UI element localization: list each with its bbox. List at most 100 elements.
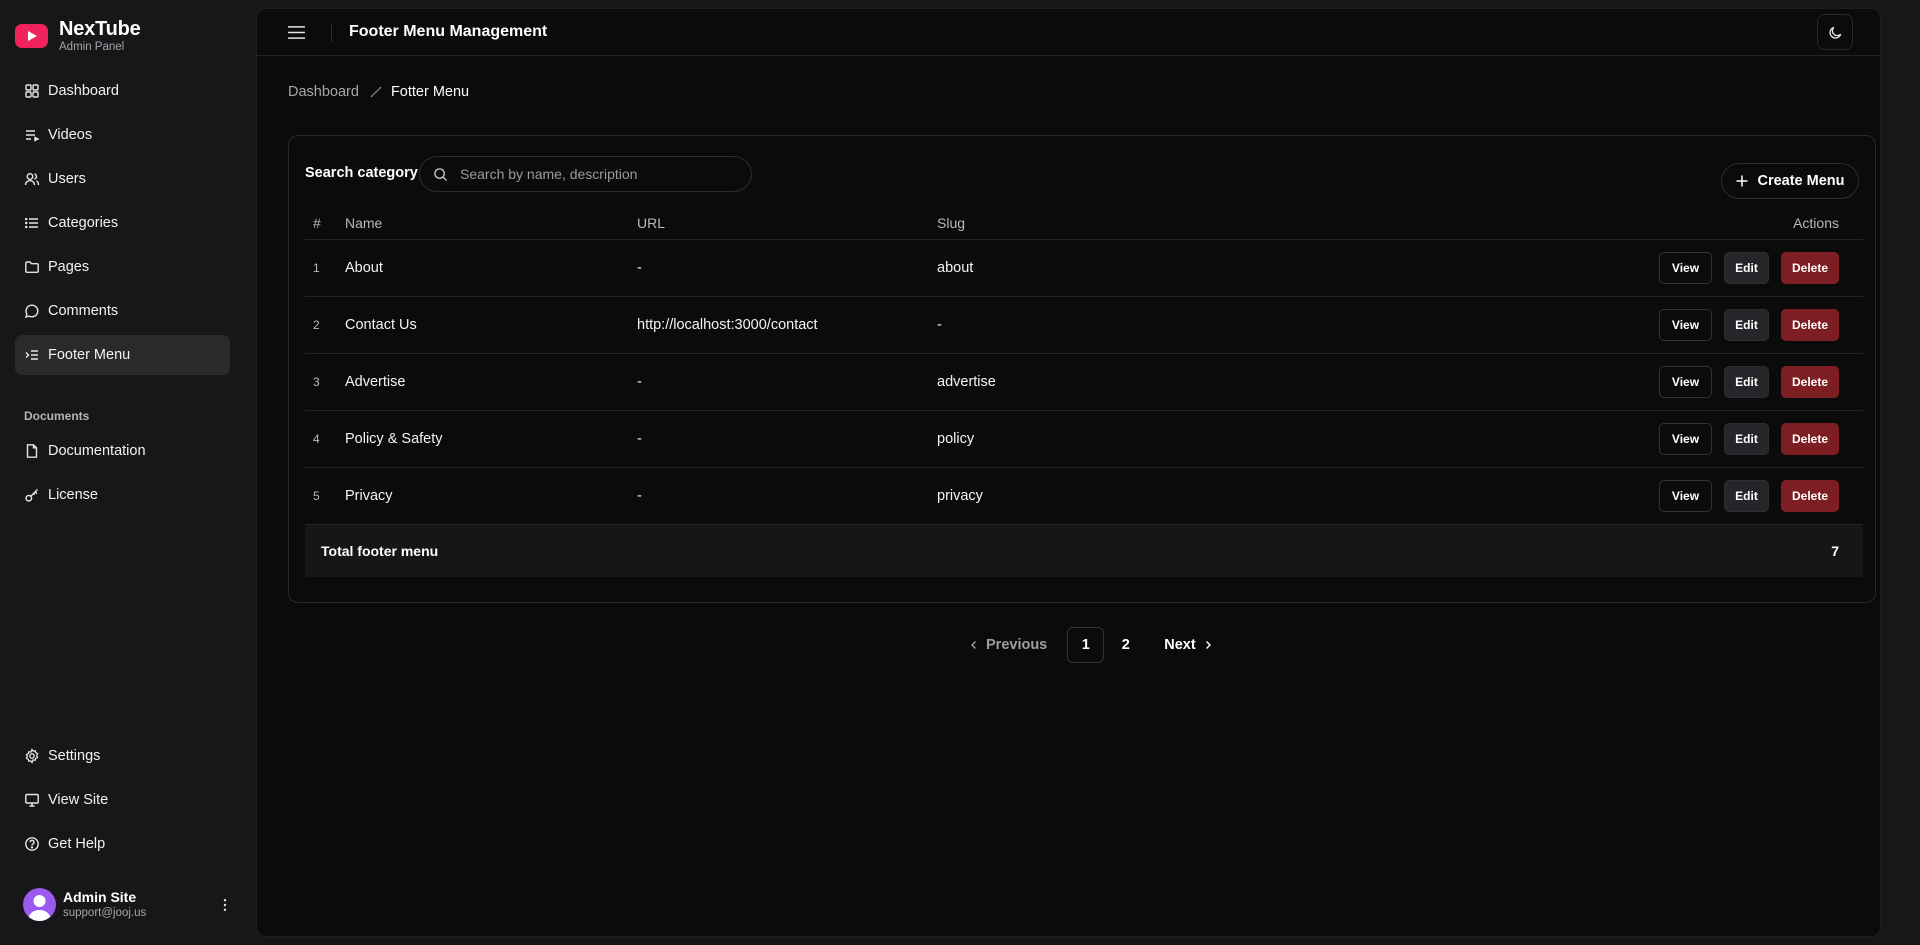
page-button-2[interactable]: 2 xyxy=(1107,627,1144,663)
sidebar-item-videos[interactable]: Videos xyxy=(15,115,230,155)
delete-button[interactable]: Delete xyxy=(1781,366,1839,398)
sidebar-item-settings[interactable]: Settings xyxy=(15,736,230,776)
brand[interactable]: NexTube Admin Panel xyxy=(15,18,141,54)
edit-button[interactable]: Edit xyxy=(1724,366,1769,398)
view-button[interactable]: View xyxy=(1659,480,1712,512)
comment-icon xyxy=(24,304,39,319)
column-header-actions: Actions xyxy=(1793,214,1839,231)
row-actions: View Edit Delete xyxy=(1659,366,1839,398)
view-button[interactable]: View xyxy=(1659,252,1712,284)
breadcrumb-current: Fotter Menu xyxy=(390,84,470,100)
user-name: Admin Site xyxy=(63,888,137,905)
file-icon xyxy=(26,444,38,458)
next-page-button[interactable]: Next xyxy=(1164,637,1213,653)
row-number: 2 xyxy=(313,318,320,332)
view-button[interactable]: View xyxy=(1659,309,1712,341)
user-profile[interactable]: Admin Site support@jooj.us xyxy=(23,888,233,921)
breadcrumb: Dashboard Fotter Menu xyxy=(288,84,469,100)
delete-button[interactable]: Delete xyxy=(1781,309,1839,341)
breadcrumb-dashboard-link[interactable]: Dashboard xyxy=(288,84,359,100)
row-actions: View Edit Delete xyxy=(1659,480,1839,512)
page-button-1[interactable]: 1 xyxy=(1067,627,1105,663)
sidebar-item-license[interactable]: License xyxy=(15,475,230,515)
sidebar-item-label: Videos xyxy=(48,127,93,143)
sidebar-item-view-site[interactable]: View Site xyxy=(15,780,230,820)
sidebar-item-categories[interactable]: Categories xyxy=(15,203,230,243)
topbar: Footer Menu Management xyxy=(257,9,1880,56)
plus-icon xyxy=(1736,175,1748,187)
sidebar-item-label: Categories xyxy=(48,215,119,231)
sidebar-item-comments[interactable]: Comments xyxy=(15,291,230,331)
row-url: - xyxy=(637,260,642,276)
row-number: 4 xyxy=(313,432,320,446)
docs-nav: Documentation License xyxy=(15,431,230,519)
sidebar-item-pages[interactable]: Pages xyxy=(15,247,230,287)
sidebar-item-label: License xyxy=(48,487,98,503)
delete-button[interactable]: Delete xyxy=(1781,423,1839,455)
search-box[interactable] xyxy=(419,156,752,192)
menu-indent-icon xyxy=(25,350,38,360)
search-input[interactable] xyxy=(460,166,720,182)
row-name: Advertise xyxy=(345,374,406,390)
view-button[interactable]: View xyxy=(1659,423,1712,455)
delete-button[interactable]: Delete xyxy=(1781,480,1839,512)
chevron-right-icon xyxy=(1205,641,1211,649)
footer-menu-table: # Name URL Slug Actions 1 About - about … xyxy=(305,206,1863,577)
row-number: 1 xyxy=(313,261,320,275)
chevron-left-icon xyxy=(971,641,976,649)
sidebar-item-get-help[interactable]: Get Help xyxy=(15,824,230,864)
sidebar-item-footer-menu[interactable]: Footer Menu xyxy=(15,335,230,375)
row-actions: View Edit Delete xyxy=(1659,423,1839,455)
row-slug: policy xyxy=(937,431,975,447)
edit-button[interactable]: Edit xyxy=(1724,423,1769,455)
row-url: http://localhost:3000/contact xyxy=(637,317,818,333)
sidebar-item-label: Pages xyxy=(48,259,90,275)
brand-name: NexTube xyxy=(59,18,141,40)
row-actions: View Edit Delete xyxy=(1659,309,1839,341)
total-label: Total footer menu xyxy=(321,543,439,559)
more-vertical-icon[interactable] xyxy=(217,896,233,914)
avatar xyxy=(23,888,56,921)
monitor-icon xyxy=(25,793,39,807)
sidebar-item-label: Comments xyxy=(48,303,119,319)
main-nav: Dashboard Videos Users Categories Pages … xyxy=(15,71,230,379)
edit-button[interactable]: Edit xyxy=(1724,480,1769,512)
table-row: 2 Contact Us http://localhost:3000/conta… xyxy=(305,297,1863,354)
row-name: About xyxy=(345,260,383,276)
row-number: 3 xyxy=(313,375,320,389)
previous-page-button[interactable]: Previous xyxy=(968,637,1047,653)
row-url: - xyxy=(637,431,642,447)
row-url: - xyxy=(637,374,642,390)
table-row: 3 Advertise - advertise View Edit Delete xyxy=(305,354,1863,411)
edit-button[interactable]: Edit xyxy=(1724,252,1769,284)
sidebar-item-documentation[interactable]: Documentation xyxy=(15,431,230,471)
row-name: Contact Us xyxy=(345,317,417,333)
row-slug: - xyxy=(937,317,942,333)
edit-button[interactable]: Edit xyxy=(1724,309,1769,341)
total-value: 7 xyxy=(1831,543,1839,559)
table-total-row: Total footer menu 7 xyxy=(305,525,1863,577)
bottom-nav: Settings View Site Get Help xyxy=(15,736,230,868)
sidebar-item-label: Footer Menu xyxy=(48,347,131,363)
sidebar-item-dashboard[interactable]: Dashboard xyxy=(15,71,230,111)
delete-button[interactable]: Delete xyxy=(1781,252,1839,284)
sidebar-item-users[interactable]: Users xyxy=(15,159,230,199)
theme-toggle-button[interactable] xyxy=(1817,14,1853,50)
page-title: Footer Menu Management xyxy=(349,23,548,40)
user-avatar-icon xyxy=(28,895,51,921)
table-header: # Name URL Slug Actions xyxy=(305,206,1863,240)
search-icon xyxy=(434,167,448,181)
create-menu-button[interactable]: Create Menu xyxy=(1721,163,1859,199)
users-icon xyxy=(24,173,40,186)
hamburger-menu-icon[interactable] xyxy=(286,23,306,41)
column-header-name: Name xyxy=(345,214,383,231)
brand-subtitle: Admin Panel xyxy=(59,41,125,53)
next-label: Next xyxy=(1164,637,1196,653)
footer-menu-card: Search category Create Menu # Name URL S… xyxy=(288,135,1876,603)
column-header-number: # xyxy=(313,214,321,231)
column-header-url: URL xyxy=(637,214,666,231)
view-button[interactable]: View xyxy=(1659,366,1712,398)
row-url: - xyxy=(637,488,642,504)
playlist-icon xyxy=(26,130,40,142)
row-slug: about xyxy=(937,260,974,276)
